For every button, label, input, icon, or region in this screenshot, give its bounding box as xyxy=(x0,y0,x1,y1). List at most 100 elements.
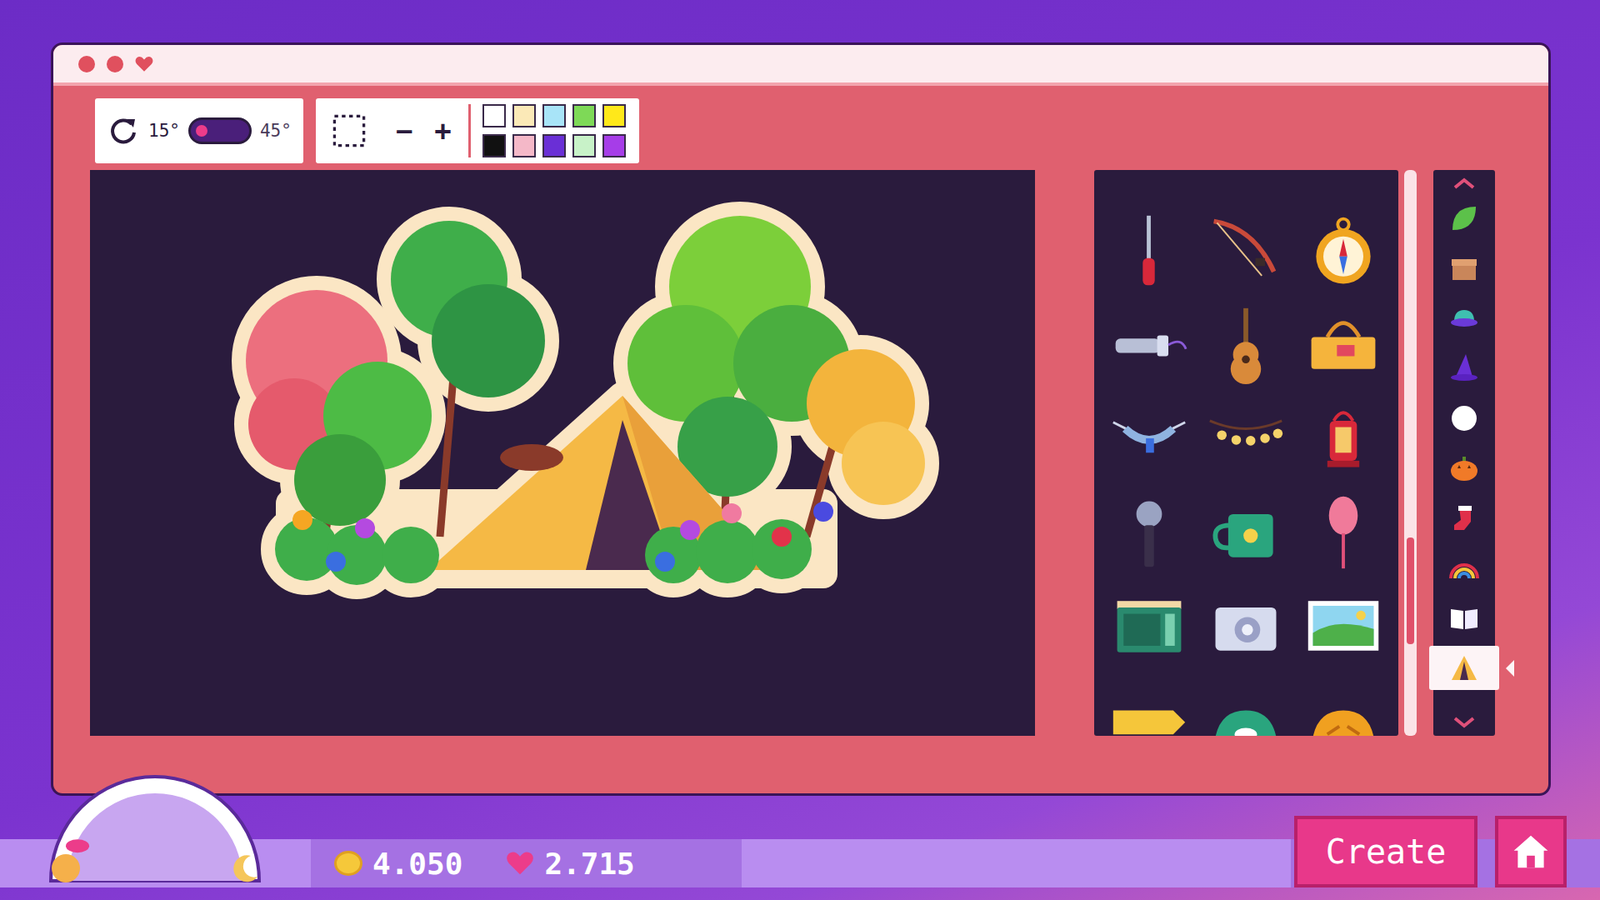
tent-icon xyxy=(1447,651,1481,685)
flashlight-icon xyxy=(1109,305,1190,385)
color-swatch[interactable] xyxy=(482,104,506,128)
category-bar xyxy=(1433,170,1495,736)
compass-icon xyxy=(1303,211,1384,292)
sticker-item[interactable] xyxy=(1197,485,1295,579)
sticker-item[interactable] xyxy=(1100,485,1198,579)
meter-marker xyxy=(65,839,90,853)
sticker-item[interactable] xyxy=(1100,578,1198,672)
dome-icon xyxy=(1205,678,1286,736)
category-item[interactable] xyxy=(1433,595,1495,640)
close-dot[interactable] xyxy=(78,55,95,73)
item-scrollbar[interactable] xyxy=(1404,170,1417,736)
lantern-icon xyxy=(1303,398,1384,479)
heart-icon[interactable] xyxy=(135,55,154,73)
radio-icon xyxy=(1109,585,1190,665)
camera-icon xyxy=(1205,585,1286,665)
category-item[interactable] xyxy=(1433,445,1495,490)
category-item[interactable] xyxy=(1433,495,1495,540)
category-item[interactable] xyxy=(1433,195,1495,240)
create-button[interactable]: Create xyxy=(1294,815,1478,888)
sticker-name-field[interactable] xyxy=(741,839,1291,888)
item-panel xyxy=(1094,170,1399,736)
witch-hat-icon xyxy=(1447,351,1481,385)
sticker-item[interactable] xyxy=(1197,298,1295,392)
toggle-knob xyxy=(195,125,208,137)
rotation-option[interactable]: 45° xyxy=(260,120,292,141)
color-swatch[interactable] xyxy=(512,104,536,128)
sticker-item[interactable] xyxy=(1295,205,1392,299)
sticker-item[interactable] xyxy=(1197,391,1295,485)
sticker-item[interactable] xyxy=(1295,391,1392,485)
photo-icon xyxy=(1303,585,1384,665)
home-icon xyxy=(1510,831,1551,872)
sticker-item[interactable] xyxy=(1197,578,1295,672)
zoom-in-button[interactable]: + xyxy=(429,112,456,150)
category-item[interactable] xyxy=(1433,245,1495,290)
scroll-up-icon[interactable] xyxy=(1451,176,1477,190)
zoom-out-button[interactable]: − xyxy=(390,112,418,150)
microphone-icon xyxy=(1109,491,1190,572)
pie-icon xyxy=(1303,678,1384,736)
sticker-editor-window: 15° 45° − + xyxy=(50,42,1551,796)
hammock-icon xyxy=(1109,398,1190,479)
color-swatch[interactable] xyxy=(602,104,626,128)
rotate-icon[interactable] xyxy=(106,114,140,148)
category-item[interactable] xyxy=(1433,295,1495,340)
color-swatch[interactable] xyxy=(542,134,566,158)
color-swatch[interactable] xyxy=(602,134,626,158)
heart-count: 2.715 xyxy=(544,846,635,881)
camping-sticker[interactable] xyxy=(90,170,1035,736)
workspace xyxy=(90,170,1493,736)
sticker-item[interactable] xyxy=(1295,298,1392,392)
coin-count: 4.050 xyxy=(372,846,463,881)
editor-body: 15° 45° − + xyxy=(53,85,1549,760)
sticker-item[interactable] xyxy=(1295,485,1392,579)
sticker-item[interactable] xyxy=(1100,671,1198,736)
cap-icon xyxy=(1447,301,1481,335)
rainbow-icon xyxy=(1447,551,1481,585)
category-item[interactable] xyxy=(1433,395,1495,440)
sticker-item[interactable] xyxy=(1197,671,1295,736)
sticker-item[interactable] xyxy=(1100,391,1198,485)
pumpkin-icon xyxy=(1447,451,1481,485)
mug-icon xyxy=(1205,491,1286,572)
title-bar xyxy=(53,45,1549,86)
sun-icon xyxy=(51,854,80,883)
scroll-down-icon[interactable] xyxy=(1451,715,1477,730)
item-grid xyxy=(1094,170,1399,736)
coin-icon xyxy=(334,850,363,876)
rotation-toggle[interactable] xyxy=(188,117,252,145)
category-item[interactable] xyxy=(1429,645,1500,690)
color-swatch[interactable] xyxy=(572,104,596,128)
circle-icon xyxy=(1447,401,1481,435)
leaf-icon xyxy=(1447,201,1481,235)
sticker-canvas[interactable] xyxy=(90,170,1035,736)
day-night-meter xyxy=(42,760,268,885)
color-swatch[interactable] xyxy=(572,134,596,158)
sticker-item[interactable] xyxy=(1295,578,1392,672)
sticker-item[interactable] xyxy=(1197,205,1295,299)
fishing-rod-icon xyxy=(1205,211,1286,292)
sticker-item[interactable] xyxy=(1100,298,1198,392)
box-icon xyxy=(1447,251,1481,285)
heart-icon xyxy=(505,850,535,876)
stocking-icon xyxy=(1447,501,1481,535)
minimize-dot[interactable] xyxy=(106,55,124,73)
selection-icon[interactable] xyxy=(330,112,368,150)
screwdriver-icon xyxy=(1109,211,1190,292)
category-item[interactable] xyxy=(1433,345,1495,390)
sticker-item[interactable] xyxy=(1100,205,1198,299)
color-swatch[interactable] xyxy=(512,134,536,158)
color-palette xyxy=(482,104,626,158)
game-screen: 15° 45° − + 4.050 2.715 Create xyxy=(0,0,1600,900)
color-swatch[interactable] xyxy=(482,134,506,158)
scroll-thumb[interactable] xyxy=(1406,537,1415,645)
edit-group: − + xyxy=(315,98,640,164)
sticker-item[interactable] xyxy=(1295,671,1392,736)
home-button[interactable] xyxy=(1495,815,1567,888)
color-swatch[interactable] xyxy=(542,104,566,128)
divider xyxy=(468,104,471,158)
rotation-option[interactable]: 15° xyxy=(148,120,180,141)
category-item[interactable] xyxy=(1433,545,1495,590)
day-meter-gauge xyxy=(42,760,268,885)
